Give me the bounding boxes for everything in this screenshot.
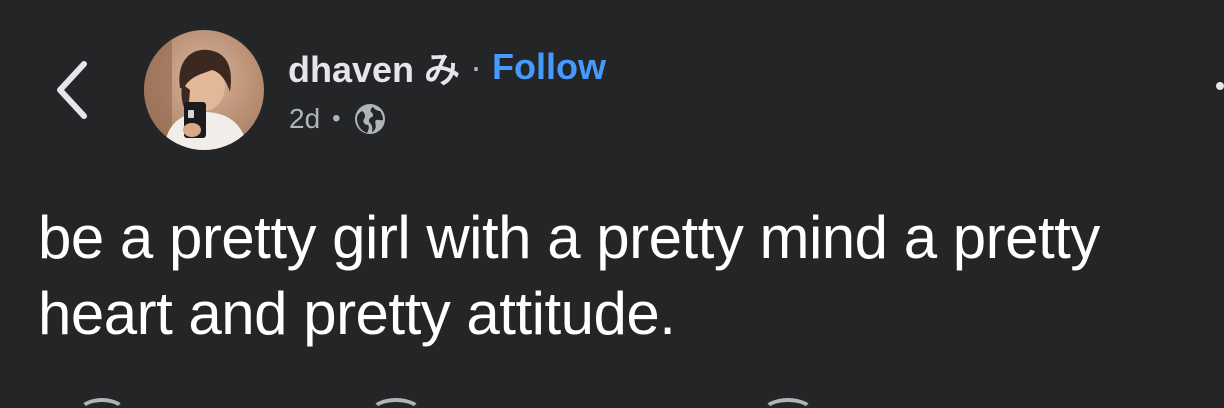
post-view: dhaven み · Follow 2d • be a pretty girl … — [0, 0, 1224, 408]
author-line: dhaven み · Follow — [288, 44, 606, 90]
post-timestamp[interactable]: 2d — [289, 103, 320, 135]
meta-separator-dot: • — [332, 105, 341, 132]
comment-action-icon[interactable] — [370, 398, 422, 408]
avatar[interactable] — [144, 30, 264, 150]
avatar-photo — [144, 30, 264, 150]
globe-icon[interactable] — [353, 102, 387, 136]
more-options-icon[interactable] — [1208, 66, 1224, 122]
follow-button[interactable]: Follow — [492, 46, 606, 88]
author-name[interactable]: dhaven み — [288, 41, 460, 93]
separator-dot: · — [470, 46, 483, 87]
like-action-icon[interactable] — [78, 398, 126, 408]
action-bar — [0, 396, 1224, 408]
back-button[interactable] — [44, 52, 100, 128]
chevron-left-icon — [57, 61, 87, 119]
post-text: be a pretty girl with a pretty mind a pr… — [38, 204, 1100, 347]
post-meta: 2d • — [289, 100, 387, 138]
share-action-icon[interactable] — [762, 398, 814, 408]
